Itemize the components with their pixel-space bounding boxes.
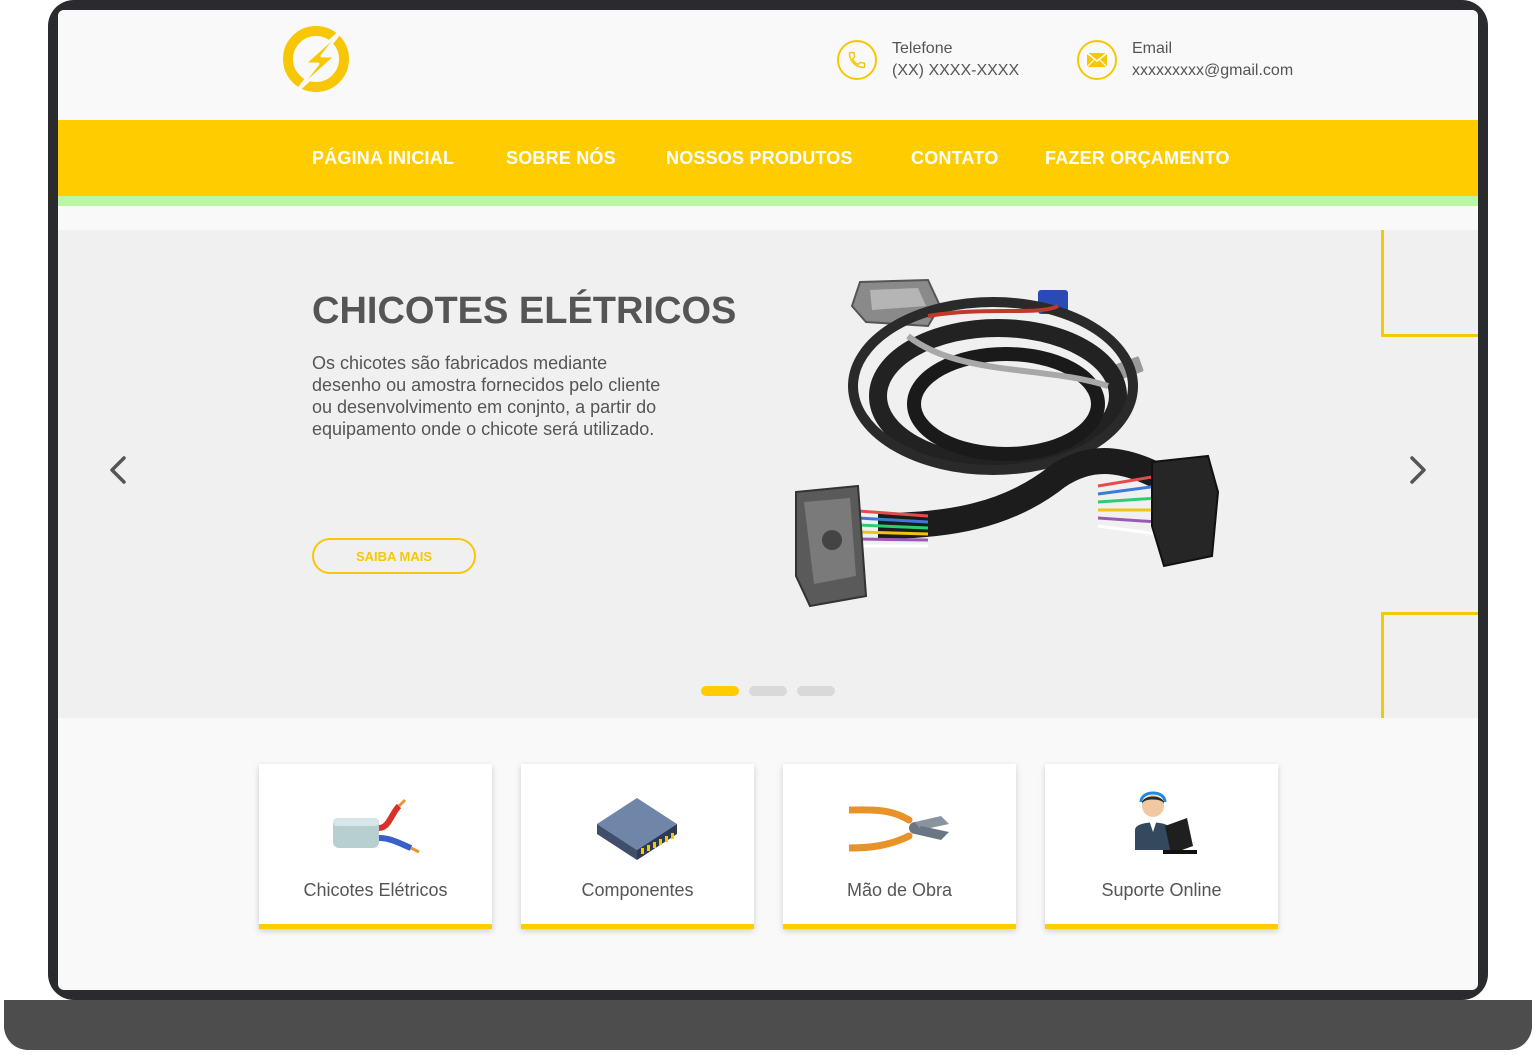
decorative-corner-top (1381, 230, 1478, 337)
phone-label: Telefone (892, 40, 953, 57)
nav-item-about[interactable]: SOBRE NÓS (506, 148, 616, 169)
nav-item-home[interactable]: PÁGINA INICIAL (312, 148, 454, 169)
phone-contact[interactable]: Telefone (XX) XXXX-XXXX (837, 38, 1019, 82)
card-suporte[interactable]: Suporte Online (1045, 764, 1278, 929)
card-label: Componentes (581, 880, 694, 900)
nav-item-products[interactable]: NOSSOS PRODUTOS (666, 148, 853, 169)
hero-description: Os chicotes são fabricados mediante dese… (312, 353, 661, 439)
email-label: Email (1132, 40, 1173, 57)
cable-icon (333, 798, 420, 854)
card-mao-de-obra[interactable]: Mão de Obra (783, 764, 1016, 929)
phone-icon (837, 40, 877, 80)
service-cards: Chicotes Elétricos Componentes Mão de Ob… (259, 764, 1278, 929)
nav-item-quote[interactable]: FAZER ORÇAMENTO (1045, 148, 1230, 169)
phone-value: (XX) XXXX-XXXX (892, 62, 1020, 79)
card-label: Chicotes Elétricos (303, 880, 448, 900)
browser-screen: Telefone (XX) XXXX-XXXX Email xxxxxxxxx@… (58, 10, 1478, 990)
chip-icon (597, 798, 677, 860)
carousel-dot-1[interactable] (701, 686, 739, 696)
laptop-base (4, 1000, 1532, 1050)
carousel-dot-2[interactable] (749, 686, 787, 696)
chevron-right-icon[interactable] (1404, 452, 1432, 488)
nav-item-contact[interactable]: CONTATO (911, 148, 998, 169)
lightning-logo-icon[interactable] (282, 24, 354, 96)
chevron-left-icon[interactable] (104, 452, 132, 488)
hero-carousel: CHICOTES ELÉTRICOS Os chicotes são fabri… (58, 230, 1478, 718)
pliers-icon (849, 806, 949, 852)
email-contact[interactable]: Email xxxxxxxxx@gmail.com (1077, 38, 1293, 82)
support-agent-icon (1135, 791, 1197, 854)
card-label: Suporte Online (1101, 880, 1222, 900)
carousel-dot-3[interactable] (797, 686, 835, 696)
carousel-indicators (701, 686, 835, 696)
accent-strip (58, 196, 1478, 206)
envelope-icon (1077, 40, 1117, 80)
main-nav: PÁGINA INICIAL SOBRE NÓS NOSSOS PRODUTOS… (58, 120, 1478, 196)
site-header: Telefone (XX) XXXX-XXXX Email xxxxxxxxx@… (58, 10, 1478, 120)
card-chicotes[interactable]: Chicotes Elétricos (259, 764, 492, 929)
saiba-mais-button[interactable]: SAIBA MAIS (312, 538, 476, 574)
email-value: xxxxxxxxx@gmail.com (1132, 62, 1294, 79)
hero-title: CHICOTES ELÉTRICOS (312, 290, 737, 332)
wire-harness-image (795, 278, 1220, 608)
card-label: Mão de Obra (846, 880, 953, 900)
decorative-corner-bottom (1381, 612, 1478, 718)
card-componentes[interactable]: Componentes (521, 764, 754, 929)
